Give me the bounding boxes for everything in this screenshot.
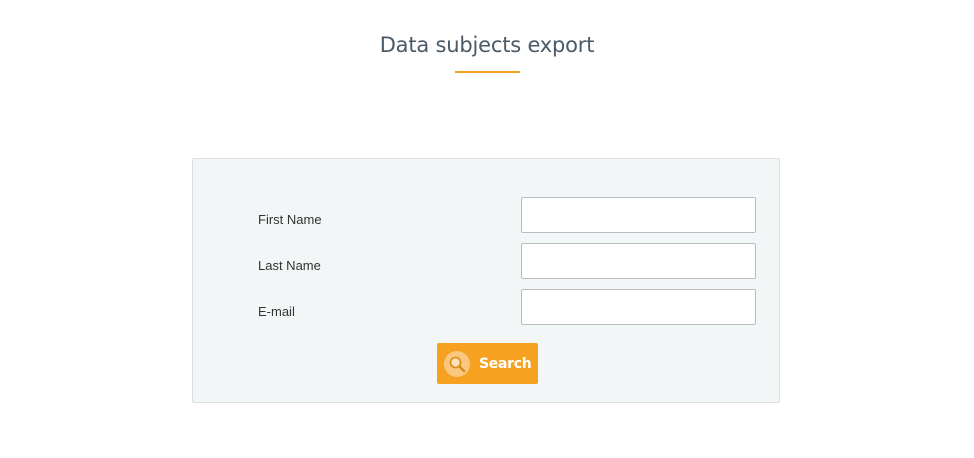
first-name-label: First Name <box>258 212 322 227</box>
search-button-label: Search <box>479 355 532 372</box>
page: Data subjects export First Name Last Nam… <box>0 0 974 458</box>
search-button[interactable]: Search <box>437 343 538 384</box>
email-label: E-mail <box>258 304 295 319</box>
magnifier-icon <box>444 350 470 377</box>
first-name-input[interactable] <box>521 197 756 233</box>
title-underline <box>455 71 520 73</box>
email-input[interactable] <box>521 289 756 325</box>
export-search-form: First Name Last Name E-mail Search <box>192 158 780 403</box>
last-name-input[interactable] <box>521 243 756 279</box>
page-title: Data subjects export <box>379 33 595 57</box>
last-name-label: Last Name <box>258 258 321 273</box>
